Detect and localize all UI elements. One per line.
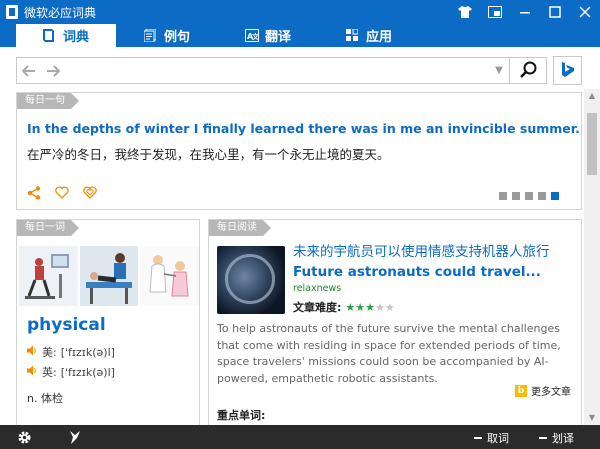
scroll-up-arrow-icon[interactable]: ▲ [584,89,600,103]
uk-pronunciation: 英: [ˈfɪzɪk(ə)l] [27,364,115,380]
key-words-heading: 重点单词: [217,409,266,422]
svg-text:文: 文 [252,32,259,41]
search-input[interactable] [65,59,489,82]
daily-word-definition: n. 体检 [27,392,63,405]
more-articles-label: 更多文章 [531,387,571,398]
toggle-off-icon [474,437,482,439]
back-arrow-icon[interactable] [17,58,41,83]
star-filled-icon: ★ [345,300,356,314]
sentence-actions [27,186,97,204]
tab-label: 词典 [62,30,89,45]
us-phonetic: [ˈfɪzɪk(ə)l] [60,345,115,359]
translate-icon: A文 [244,29,260,42]
skin-icon[interactable] [450,0,480,24]
daily-word-headword[interactable]: physical [27,315,106,335]
pager-dot[interactable] [525,192,533,200]
main-tabs: 词典 例句 A文 翻译 应用 [0,24,600,47]
tab-sentences[interactable]: 例句 [117,24,217,47]
tab-label: 应用 [365,30,392,45]
tab-label: 例句 [163,30,190,45]
uk-phonetic: [ˈfɪzɪk(ə)l] [60,365,115,379]
pager-dot[interactable] [499,192,507,200]
speaker-icon[interactable] [27,365,38,379]
like-heart-icon[interactable] [83,186,97,204]
daily-reading-card: 每日阅读 未来的宇航员可以使用情感支持机器人旅行 Future astronau… [208,219,582,425]
toggle-off-icon [539,437,547,439]
bing-logo-icon [561,61,575,81]
daily-sentence-tag: 每日一句 [17,93,79,109]
article-source: relaxnews [293,283,342,294]
pager-dot[interactable] [538,192,546,200]
select-translate-label: 划译 [552,432,574,445]
book-icon [43,29,55,42]
search-button[interactable] [510,58,546,83]
tab-dictionary[interactable]: 词典 [16,24,116,47]
gear-icon[interactable] [16,429,32,445]
word-images[interactable] [19,246,200,306]
tab-translate[interactable]: A文 翻译 [218,24,318,47]
star-empty-icon: ★ [375,300,385,314]
article-title[interactable]: 未来的宇航员可以使用情感支持机器人旅行 Future astronauts co… [293,242,579,282]
forward-arrow-icon[interactable] [41,58,65,83]
daily-sentence-card: 每日一句 In the depths of winter I finally l… [16,92,582,210]
daily-sentence-chinese: 在严冷的冬日，我终于发现，在我心里，有一个永无止境的夏天。 [27,147,390,162]
app-logo-icon [6,5,18,19]
mini-mode-icon[interactable] [480,0,510,24]
pick-word-label: 取词 [487,432,509,445]
bing-search-button[interactable] [553,56,582,85]
speaker-icon[interactable] [27,345,38,359]
article-title-chinese: 未来的宇航员可以使用情感支持机器人旅行 [293,244,550,260]
window-title: 微软必应词典 [24,5,97,20]
us-pronunciation: 美: [ˈfɪzɪk(ə)l] [27,344,115,360]
apps-icon [345,28,359,42]
maximize-icon[interactable] [540,0,570,24]
word-image-doctor [140,246,200,306]
article-title-english: Future astronauts could travel... [293,264,541,280]
search-icon [519,61,537,81]
share-icon[interactable] [27,186,41,204]
daily-word-tag: 每日一词 [17,220,79,236]
minimize-icon[interactable] [510,0,540,24]
scroll-thumb[interactable] [587,113,597,175]
more-articles-link[interactable]: b 更多文章 [515,383,571,398]
vertical-scrollbar[interactable]: ▲ ▼ [584,89,600,425]
daily-word-card: 每日一词 physical 美: [ˈfɪzɪk(ə)l] 英: [ˈfɪzɪk… [16,219,200,425]
difficulty-label: 文章难度: [293,301,342,314]
feedback-icon[interactable] [67,429,83,445]
article-summary: To help astronauts of the future survive… [217,322,561,385]
us-label: 美: [42,346,57,359]
difficulty-stars: ★★★★★ [345,301,394,314]
daily-reading-tag: 每日阅读 [209,220,271,236]
window-controls [450,0,600,24]
close-icon[interactable] [570,0,600,24]
word-image-therapy [79,246,139,306]
article-difficulty: 文章难度: ★★★★★ [293,299,395,315]
sentences-icon [143,28,157,43]
article-thumbnail[interactable] [217,246,285,314]
favorite-heart-icon[interactable] [55,186,69,204]
star-filled-icon: ★ [365,300,376,314]
star-empty-icon: ★ [384,300,395,314]
pick-word-toggle[interactable]: 取词 [474,430,509,446]
scroll-down-arrow-icon[interactable]: ▼ [584,411,600,425]
history-dropdown-icon[interactable]: ▼ [489,65,509,76]
search-bar: ▼ [16,57,547,84]
sentence-pager [499,192,559,200]
star-filled-icon: ★ [355,300,366,314]
tab-label: 翻译 [264,30,291,45]
tab-apps[interactable]: 应用 [319,24,419,47]
word-image-exercise [19,246,78,306]
title-bar: 微软必应词典 [0,0,600,24]
pager-dot[interactable] [512,192,520,200]
pager-dot-active[interactable] [551,192,559,200]
bottom-bar: 取词 划译 [0,425,600,449]
bing-small-icon: b [515,384,527,397]
select-translate-toggle[interactable]: 划译 [539,430,574,446]
daily-sentence-english[interactable]: In the depths of winter I finally learne… [27,121,580,136]
uk-label: 英: [42,366,57,379]
